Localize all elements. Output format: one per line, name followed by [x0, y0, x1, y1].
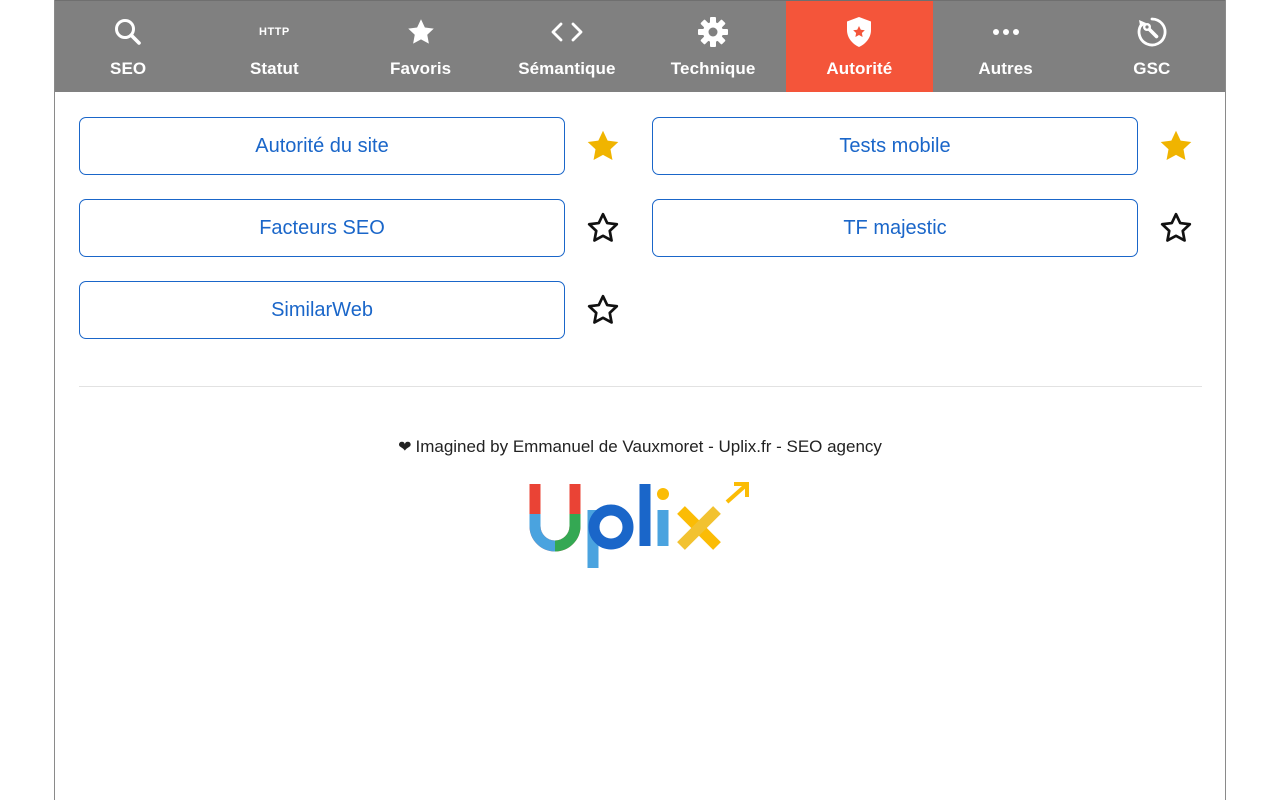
shield-icon	[845, 15, 873, 49]
credit-text: ❤ Imagined by Emmanuel de Vauxmoret - Upl…	[55, 437, 1225, 457]
tab-label: Technique	[670, 59, 756, 78]
tab-label: Statut	[249, 59, 299, 78]
tab-label: SEO	[110, 59, 147, 78]
star-outline-icon[interactable]	[585, 210, 621, 246]
extension-panel: SEO HTTP Statut Favoris Sémantique Techn…	[54, 0, 1226, 800]
favorite-star-icon[interactable]	[585, 128, 621, 164]
star-icon	[406, 15, 436, 49]
star-outline-icon[interactable]	[585, 292, 621, 328]
heart-icon: ❤	[398, 439, 412, 456]
tab-label: GSC	[1133, 59, 1171, 78]
favorite-star-icon[interactable]	[1158, 128, 1194, 164]
tab-autres[interactable]: Autres	[933, 1, 1079, 92]
tab-statut[interactable]: HTTP Statut	[201, 1, 347, 92]
tab-label: Sémantique	[518, 59, 616, 78]
http-icon: HTTP	[259, 26, 290, 38]
credit-link[interactable]: Imagined by Emmanuel de Vauxmoret - Upli…	[415, 437, 881, 456]
tool-button-tf-majestic[interactable]: TF majestic	[652, 199, 1138, 257]
gear-icon	[697, 15, 729, 49]
divider	[79, 386, 1202, 387]
tool-button-facteurs-seo[interactable]: Facteurs SEO	[79, 199, 565, 257]
tool-button-similarweb[interactable]: SimilarWeb	[79, 281, 565, 339]
star-outline-icon[interactable]	[1158, 210, 1194, 246]
search-icon	[113, 15, 143, 49]
tab-bar: SEO HTTP Statut Favoris Sémantique Techn…	[55, 0, 1225, 92]
tab-autorite[interactable]: Autorité	[786, 1, 933, 92]
tab-gsc[interactable]: GSC	[1079, 1, 1225, 92]
tab-technique[interactable]: Technique	[640, 1, 786, 92]
tool-icon	[1136, 15, 1168, 49]
tab-favoris[interactable]: Favoris	[348, 1, 494, 92]
tab-semantique[interactable]: Sémantique	[494, 1, 640, 92]
tab-label: Autorité	[826, 59, 893, 78]
tool-button-tests-mobile[interactable]: Tests mobile	[652, 117, 1138, 175]
tool-button-autorite-du-site[interactable]: Autorité du site	[79, 117, 565, 175]
uplix-logo[interactable]	[529, 480, 759, 572]
tab-seo[interactable]: SEO	[55, 1, 201, 92]
code-icon	[550, 15, 584, 49]
more-icon	[992, 15, 1020, 49]
tab-label: Autres	[978, 59, 1033, 78]
tab-label: Favoris	[390, 59, 452, 78]
